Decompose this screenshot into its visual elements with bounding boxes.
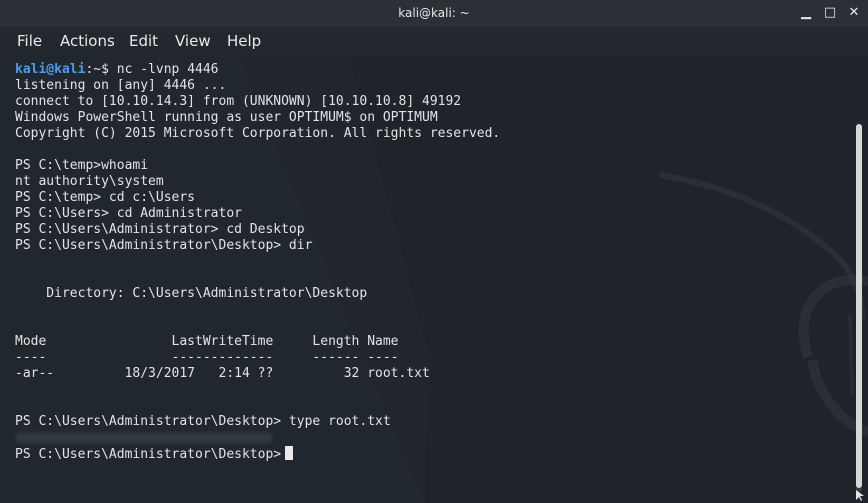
terminal-line: kali@kali:~$ nc -lvnp 4446 (15, 62, 500, 78)
terminal-text: PS C:\Users\Administrator\Desktop> (15, 447, 282, 462)
terminal-line: PS C:\Users\Administrator\Desktop> dir (15, 238, 500, 254)
terminal-line: ---- ------------- ------ ---- (15, 350, 500, 366)
menu-view[interactable]: View (175, 32, 211, 50)
terminal-line: PS C:\temp> cd c:\Users (15, 190, 500, 206)
prompt-command: :~$ nc -lvnp 4446 (85, 62, 219, 77)
terminal-line: Windows PowerShell running as user OPTIM… (15, 110, 500, 126)
terminal-line: Directory: C:\Users\Administrator\Deskto… (15, 286, 500, 302)
resize-grip-icon[interactable] (854, 489, 866, 501)
menu-edit[interactable]: Edit (129, 32, 158, 50)
terminal-line: Mode LastWriteTime Length Name (15, 334, 500, 350)
terminal-text: PS C:\temp> cd c:\Users (15, 190, 196, 205)
terminal-line: PS C:\Users\Administrator> cd Desktop (15, 222, 500, 238)
terminal-line (15, 430, 500, 446)
scrollbar-thumb[interactable] (856, 124, 862, 488)
terminal-line: PS C:\Users> cd Administrator (15, 206, 500, 222)
terminal-line: nt authority\system (15, 174, 500, 190)
maximize-icon[interactable]: □ (822, 5, 838, 21)
terminal-text: Mode LastWriteTime Length Name (15, 334, 399, 349)
terminal-line: listening on [any] 4446 ... (15, 78, 500, 94)
close-icon[interactable]: ✕ (846, 5, 862, 21)
terminal-window: kali@kali: ~ ▁ □ ✕ File Actions Edit Vie… (0, 0, 868, 503)
terminal-text: PS C:\Users\Administrator\Desktop> dir (15, 238, 313, 253)
terminal-text: nt authority\system (15, 174, 164, 189)
menu-actions[interactable]: Actions (60, 32, 115, 50)
menu-file[interactable]: File (17, 32, 42, 50)
terminal-line: Copyright (C) 2015 Microsoft Corporation… (15, 126, 500, 142)
terminal-text: -ar-- 18/3/2017 2:14 ?? 32 root.txt (15, 366, 430, 381)
window-title: kali@kali: ~ (398, 6, 470, 20)
terminal-line: PS C:\temp>whoami (15, 158, 500, 174)
terminal-output: kali@kali:~$ nc -lvnp 4446 listening on [… (15, 62, 500, 462)
redacted-flag (15, 433, 273, 443)
menu-bar: File Actions Edit View Help (0, 27, 868, 57)
terminal-line: -ar-- 18/3/2017 2:14 ?? 32 root.txt (15, 366, 500, 382)
terminal-text: Windows PowerShell running as user OPTIM… (15, 110, 438, 125)
minimize-icon[interactable]: ▁ (798, 5, 814, 21)
text-cursor (285, 446, 294, 460)
prompt-user: kali@kali (15, 62, 86, 77)
terminal-line: PS C:\Users\Administrator\Desktop> (15, 446, 500, 462)
terminal-text: ---- ------------- ------ ---- (15, 350, 399, 365)
title-bar[interactable]: kali@kali: ~ ▁ □ ✕ (0, 0, 868, 27)
terminal-line: connect to [10.10.14.3] from (UNKNOWN) [… (15, 94, 500, 110)
scrollbar[interactable] (856, 124, 862, 492)
terminal-text: PS C:\temp>whoami (15, 158, 149, 173)
terminal-text: PS C:\Users\Administrator> cd Desktop (15, 222, 305, 237)
terminal-text: Copyright (C) 2015 Microsoft Corporation… (15, 126, 501, 141)
terminal-text: PS C:\Users\Administrator\Desktop> type … (15, 414, 391, 429)
terminal-text: Directory: C:\Users\Administrator\Deskto… (15, 286, 368, 301)
terminal-text: PS C:\Users> cd Administrator (15, 206, 242, 221)
terminal-area[interactable]: kali@kali:~$ nc -lvnp 4446 listening on [… (0, 57, 868, 503)
menu-help[interactable]: Help (227, 32, 261, 50)
terminal-text: listening on [any] 4446 ... (15, 78, 227, 93)
terminal-text: connect to [10.10.14.3] from (UNKNOWN) [… (15, 94, 462, 109)
terminal-line: PS C:\Users\Administrator\Desktop> type … (15, 414, 500, 430)
